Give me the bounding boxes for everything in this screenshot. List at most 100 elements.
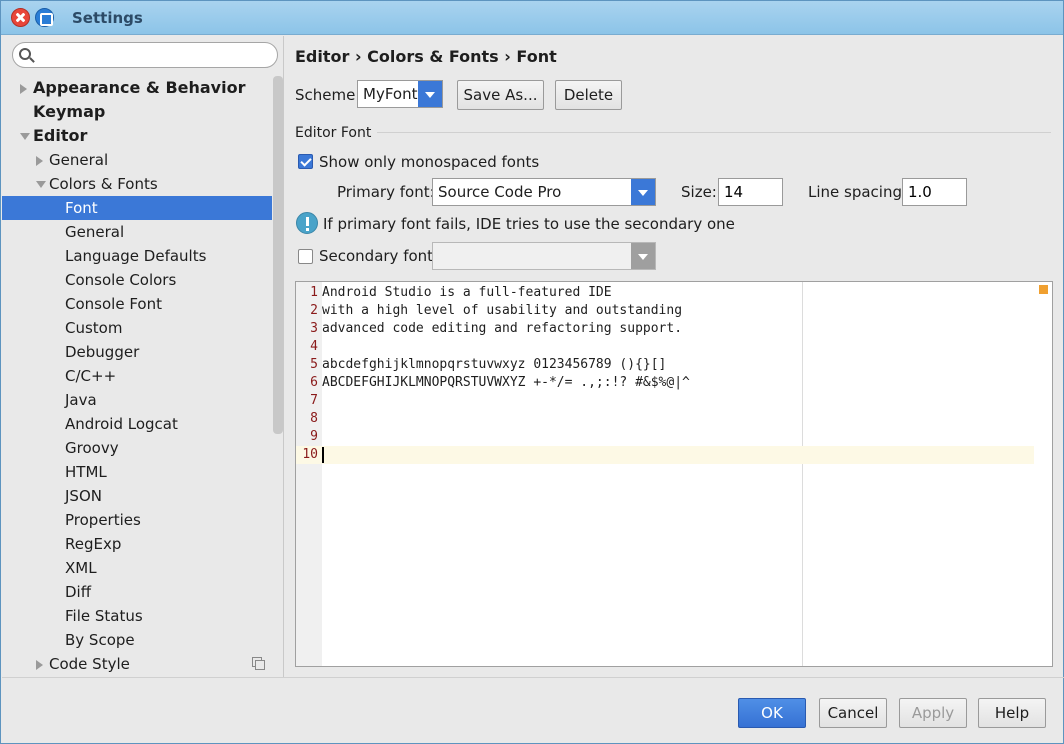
primary-font-select[interactable]: Source Code Pro [432,178,656,206]
cancel-button[interactable]: Cancel [819,698,887,728]
title-bar: Settings [1,1,1063,35]
tree-item-label: Console Colors [65,271,177,289]
close-window-icon[interactable] [11,8,30,27]
size-input[interactable] [724,183,781,201]
tree-item-label: General [49,151,109,169]
tree-item[interactable]: Keymap [2,100,272,124]
scheme-value: MyFont [363,85,418,103]
tree-item[interactable]: Console Font [2,292,272,316]
tree-item[interactable]: HTML [2,460,272,484]
tree-item[interactable]: RegExp [2,532,272,556]
expand-down-icon[interactable] [20,133,30,140]
expand-right-icon[interactable] [36,156,43,166]
preview-line: 6 ABCDEFGHIJKLMNOPQRSTUVWXYZ +-*/= .,;:!?… [296,374,1034,392]
preview-line: 8 [296,410,1034,428]
tree-item[interactable]: By Scope [2,628,272,652]
tree-item[interactable]: JSON [2,484,272,508]
tree-item[interactable]: Colors & Fonts [2,172,272,196]
tree-item-label: General [65,223,125,241]
search-input[interactable] [37,45,267,65]
copy-settings-icon[interactable] [252,657,265,670]
tree-item[interactable]: Properties [2,508,272,532]
line-number: 9 [310,429,318,444]
tree-item-label: File Status [65,607,143,625]
line-number: 10 [302,447,318,462]
tree-item[interactable]: Code Style [2,652,272,676]
preview-line: 7 [296,392,1034,410]
chevron-down-icon[interactable] [631,179,655,205]
line-spacing-field[interactable] [902,178,967,206]
tree-item-label: Code Style [49,655,130,673]
tree-item[interactable]: XML [2,556,272,580]
tree-item[interactable]: Groovy [2,436,272,460]
tree-item-label: Diff [65,583,92,601]
error-stripe-marker[interactable] [1039,285,1048,294]
expand-right-icon[interactable] [20,84,27,94]
size-label: Size: [681,183,717,201]
tree-item[interactable]: General [2,220,272,244]
chevron-down-icon[interactable] [418,81,442,107]
apply-button[interactable]: Apply [899,698,967,728]
size-field[interactable] [718,178,783,206]
section-divider [377,132,1051,133]
tree-item[interactable]: File Status [2,604,272,628]
help-button[interactable]: Help [978,698,1046,728]
show-mono-checkbox[interactable] [298,154,313,169]
font-preview-editor[interactable]: 1 Android Studio is a full-featured IDE 2 w… [295,281,1053,667]
tree-item[interactable]: Console Colors [2,268,272,292]
settings-window: Settings Appearance & Behavior Keymap Edit… [0,0,1064,744]
tree-item-label: Font [65,199,98,217]
preview-line: 1 Android Studio is a full-featured IDE [296,284,1034,302]
tree-item[interactable]: Custom [2,316,272,340]
settings-tree: Appearance & Behavior Keymap Editor General… [2,76,272,676]
tree-item-label: Debugger [65,343,140,361]
tree-item[interactable]: Font [2,196,272,220]
line-number: 8 [310,411,318,426]
tree-item[interactable]: Appearance & Behavior [2,76,272,100]
line-number: 4 [310,339,318,354]
scheme-select[interactable]: MyFont [357,80,443,108]
text-caret [322,447,324,463]
tree-item-label: Keymap [33,102,106,121]
chevron-down-icon[interactable] [631,243,655,269]
preview-line: 2 with a high level of usability and outs… [296,302,1034,320]
tree-item[interactable]: Editor [2,124,272,148]
tree-item-label: Editor [33,126,88,145]
preview-line: 3 advanced code editing and refactoring s… [296,320,1034,338]
line-spacing-input[interactable] [908,183,965,201]
tree-item[interactable]: Android Logcat [2,412,272,436]
tree-item[interactable]: Diff [2,580,272,604]
expand-right-icon[interactable] [36,660,43,670]
line-number: 1 [310,285,318,300]
delete-button[interactable]: Delete [555,80,622,110]
tree-item-label: Custom [65,319,123,337]
tree-item-label: Colors & Fonts [49,175,158,193]
tree-item-label: Console Font [65,295,162,313]
window-title: Settings [72,9,143,27]
preview-line: 5 abcdefghijklmnopqrstuvwxyz 0123456789 (… [296,356,1034,374]
tree-item-label: Java [65,391,97,409]
tree-item[interactable]: Debugger [2,340,272,364]
sidebar-scrollbar[interactable] [273,76,283,434]
maximize-window-icon[interactable] [35,8,54,27]
settings-search[interactable] [12,42,278,68]
tree-item[interactable]: Java [2,388,272,412]
tree-item-label: RegExp [65,535,122,553]
footer-divider [2,677,1064,678]
secondary-font-checkbox[interactable] [298,249,313,264]
tree-item-label: Appearance & Behavior [33,78,246,97]
settings-sidebar: Appearance & Behavior Keymap Editor General… [2,36,284,677]
ok-button[interactable]: OK [738,698,806,728]
tree-item[interactable]: Language Defaults [2,244,272,268]
preview-line: 10 [296,446,1034,464]
tree-item-label: C/C++ [65,367,117,385]
line-number: 5 [310,357,318,372]
preview-text: ABCDEFGHIJKLMNOPQRSTUVWXYZ +-*/= .,;:!? … [322,375,690,390]
expand-down-icon[interactable] [36,181,46,188]
tree-item[interactable]: General [2,148,272,172]
line-spacing-label: Line spacing: [808,183,908,201]
primary-font-value: Source Code Pro [438,183,562,201]
tree-item[interactable]: C/C++ [2,364,272,388]
secondary-font-select[interactable] [432,242,656,270]
save-as-button[interactable]: Save As... [457,80,544,110]
